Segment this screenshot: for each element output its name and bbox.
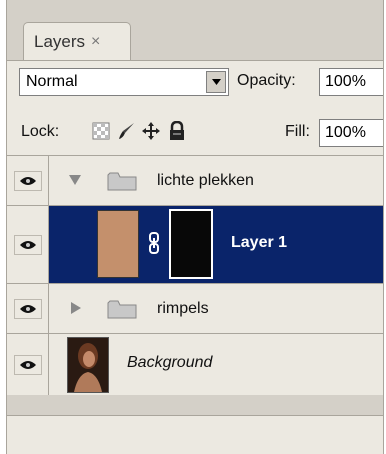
layers-list-empty-area	[7, 415, 383, 454]
opacity-input[interactable]: 100%	[319, 68, 383, 96]
tab-layers[interactable]: Layers ×	[23, 22, 131, 60]
layer-mask-thumbnail[interactable]	[169, 209, 213, 279]
layer-options-bar: Normal Opacity: 100% Lock: Fill: 100%	[7, 60, 383, 155]
lock-image-pixels-icon[interactable]	[117, 121, 137, 141]
layer-thumbnail	[97, 210, 139, 278]
layer-row-lichte-plekken[interactable]: lichte plekken	[7, 155, 383, 205]
blend-mode-select[interactable]: Normal	[19, 68, 229, 96]
expand-arrow-icon[interactable]	[69, 174, 81, 188]
layer-name: Layer 1	[231, 234, 288, 251]
fill-label: Fill:	[285, 123, 310, 140]
background-thumbnail	[67, 337, 109, 393]
lock-label: Lock:	[21, 123, 60, 140]
eye-icon	[13, 170, 42, 191]
layers-list: lichte plekken Layer 1 rimpels Backgroun…	[7, 155, 383, 415]
eye-icon	[13, 354, 42, 375]
panel-tab-bar: Layers ×	[7, 0, 383, 62]
blend-mode-value: Normal	[26, 73, 78, 90]
layer-row-layer-1[interactable]: Layer 1	[7, 205, 383, 283]
folder-icon	[107, 299, 137, 319]
layer-row-rimpels[interactable]: rimpels	[7, 283, 383, 333]
visibility-toggle[interactable]	[7, 334, 49, 395]
eye-icon	[13, 234, 42, 255]
layers-panel: Layers × Normal Opacity: 100% Lock: Fill…	[6, 0, 384, 454]
chain-link-icon[interactable]	[147, 232, 161, 254]
expand-arrow-icon[interactable]	[71, 302, 81, 317]
lock-all-icon[interactable]	[167, 121, 187, 141]
visibility-toggle[interactable]	[7, 156, 49, 205]
visibility-toggle[interactable]	[7, 206, 49, 283]
close-icon[interactable]: ×	[91, 33, 100, 51]
layer-name: rimpels	[157, 300, 209, 317]
layer-name: lichte plekken	[157, 172, 254, 189]
lock-transparent-pixels-icon[interactable]	[91, 121, 111, 141]
fill-input[interactable]: 100%	[319, 119, 383, 147]
lock-position-icon[interactable]	[141, 121, 161, 141]
opacity-label: Opacity:	[237, 72, 296, 89]
layer-row-background[interactable]: Background	[7, 333, 383, 395]
eye-icon	[13, 298, 42, 319]
chevron-down-icon[interactable]	[206, 71, 226, 93]
layer-name: Background	[127, 354, 213, 371]
visibility-toggle[interactable]	[7, 284, 49, 333]
tab-layers-label: Layers	[34, 31, 86, 51]
folder-icon	[107, 171, 137, 191]
